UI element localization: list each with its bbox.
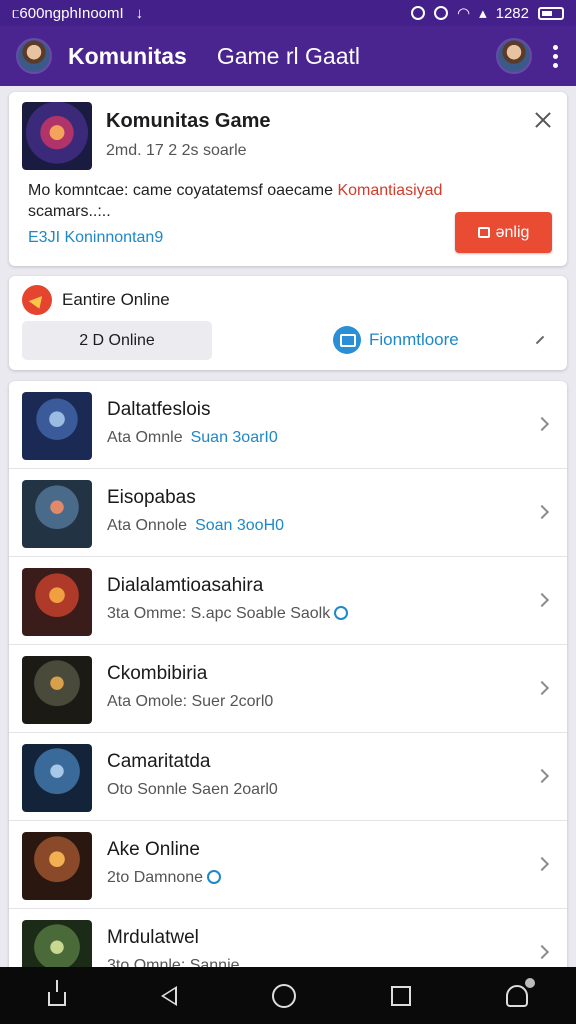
- game-thumbnail: [22, 480, 92, 548]
- join-button[interactable]: ənlig: [455, 212, 552, 253]
- chat-button[interactable]: Fionmtloore: [333, 326, 459, 354]
- chevron-right-icon: [534, 768, 550, 784]
- game-meta: Ata Omole: Suer 2corl0: [107, 693, 273, 711]
- meta-text: Ata Onnole: [107, 517, 188, 534]
- meta-text: 2to Damnone: [107, 869, 204, 886]
- list-item[interactable]: Dialalamtioasahira 3ta Omme: S.apc Soabl…: [9, 557, 567, 645]
- system-nav-bar: [0, 967, 576, 1024]
- recents-icon[interactable]: [391, 985, 412, 1006]
- chevron-right-icon: [534, 504, 550, 520]
- profile-avatar[interactable]: [16, 38, 52, 74]
- online-card: Eantire Online 2 D Online Fionmtloore: [9, 276, 567, 370]
- online-count-pill[interactable]: 2 D Online: [22, 321, 212, 360]
- desc-highlight: Komantiasiyad: [337, 182, 443, 199]
- app-bar: Komunitas Game rl Gaatl: [0, 26, 576, 86]
- community-thumbnail: [22, 102, 92, 170]
- game-thumbnail: [22, 568, 92, 636]
- game-title: Camaritatda: [107, 751, 211, 772]
- chevron-right-icon: [534, 416, 550, 432]
- chevron-right-icon: [534, 944, 550, 960]
- desc-text: Mo komntcae: came coyatatemsf oaecame: [28, 182, 338, 199]
- game-title: Daltatfeslois: [107, 399, 211, 420]
- list-item[interactable]: Eisopabas Ata Onnole Soan 3ooH0: [9, 469, 567, 557]
- desc-text-end: scamars..:..: [28, 203, 111, 220]
- join-icon: [477, 227, 490, 238]
- game-title: Mrdulatwel: [107, 927, 199, 948]
- clock-icon: [434, 6, 448, 20]
- list-item[interactable]: Camaritatda Oto Sonnle Saen 2oarl0: [9, 733, 567, 821]
- game-meta: 3ta Omme: S.apc Soable Saolk: [107, 605, 349, 623]
- online-title: Eantire Online: [62, 290, 170, 309]
- promo-description: Mo komntcae: came coyatatemsf oaecame Ko…: [28, 180, 518, 222]
- community-link[interactable]: E3JI Koninnontan9: [28, 229, 163, 247]
- list-item[interactable]: Ake Online 2to Damnone: [9, 821, 567, 909]
- user-avatar[interactable]: [496, 38, 532, 74]
- meta-text: Ata Omnle: [107, 429, 183, 446]
- join-button-label: ənlig: [495, 223, 530, 241]
- meta-text: Ata Omole: Suer 2corl0: [107, 693, 274, 710]
- meta-text: Oto Sonnle Saen 2oarl0: [107, 781, 278, 798]
- meta-accent: Soan 3ooH0: [195, 517, 285, 534]
- chevron-right-icon: [534, 856, 550, 872]
- status-bar: ᥴ600ngphInoomI ↓ ◠ ▴ 1282: [0, 0, 576, 26]
- online-count: 2 D Online: [79, 331, 155, 349]
- status-left-text: ᥴ600ngphInoomI: [12, 4, 124, 22]
- download-arrow-icon: ↓: [135, 4, 144, 22]
- list-item[interactable]: Ckombibiria Ata Omole: Suer 2corl0: [9, 645, 567, 733]
- meta-text: 3ta Omme: S.apc Soable Saolk: [107, 605, 331, 622]
- chevron-right-icon: [534, 592, 550, 608]
- list-item[interactable]: Mrdulatwel 3to Omnle: Sannie: [9, 909, 567, 971]
- game-thumbnail: [22, 744, 92, 812]
- game-title: Ake Online: [107, 839, 200, 860]
- wifi-icon: ◠: [457, 5, 471, 22]
- close-icon[interactable]: [533, 110, 553, 130]
- game-title: Eisopabas: [107, 487, 196, 508]
- battery-icon: [538, 6, 564, 20]
- game-meta: Ata Omnle Suan 3oarI0: [107, 429, 278, 447]
- expand-arrow-icon[interactable]: [533, 333, 547, 347]
- chevron-right-icon: [534, 680, 550, 696]
- game-badge-icon: [22, 285, 52, 315]
- back-icon[interactable]: [160, 985, 177, 1006]
- game-title: Dialalamtioasahira: [107, 575, 264, 596]
- status-time: 1282: [495, 4, 529, 22]
- game-title: Ckombibiria: [107, 663, 208, 684]
- game-thumbnail: [22, 656, 92, 724]
- game-thumbnail: [22, 832, 92, 900]
- game-thumbnail: [22, 920, 92, 971]
- promo-title: Komunitas Game: [106, 110, 271, 132]
- alarm-icon: [411, 6, 425, 20]
- app-subtitle: Game rl Gaatl: [216, 42, 360, 69]
- account-icon[interactable]: [506, 977, 536, 1007]
- online-dot-icon: [207, 870, 222, 884]
- promo-card: Komunitas Game 2md. 17 2 2s soarle Mo ko…: [9, 92, 567, 266]
- online-dot-icon: [334, 606, 349, 620]
- app-title: Komunitas: [68, 42, 187, 69]
- game-meta: Ata Onnole Soan 3ooH0: [107, 517, 284, 535]
- home-icon[interactable]: [271, 983, 296, 1008]
- game-meta: 2to Damnone: [107, 869, 222, 887]
- game-list: Daltatfeslois Ata Omnle Suan 3oarI0 Eisop…: [9, 381, 567, 971]
- chat-label: Fionmtloore: [369, 330, 459, 349]
- game-thumbnail: [22, 392, 92, 460]
- list-item[interactable]: Daltatfeslois Ata Omnle Suan 3oarI0: [9, 381, 567, 469]
- promo-subtitle: 2md. 17 2 2s soarle: [106, 142, 247, 159]
- share-icon[interactable]: [47, 979, 66, 1006]
- game-meta: Oto Sonnle Saen 2oarl0: [107, 781, 278, 799]
- more-vert-icon[interactable]: [550, 44, 560, 68]
- meta-accent: Suan 3oarI0: [190, 429, 278, 446]
- signal-icon: ▴: [479, 5, 487, 22]
- chat-icon: [333, 326, 361, 354]
